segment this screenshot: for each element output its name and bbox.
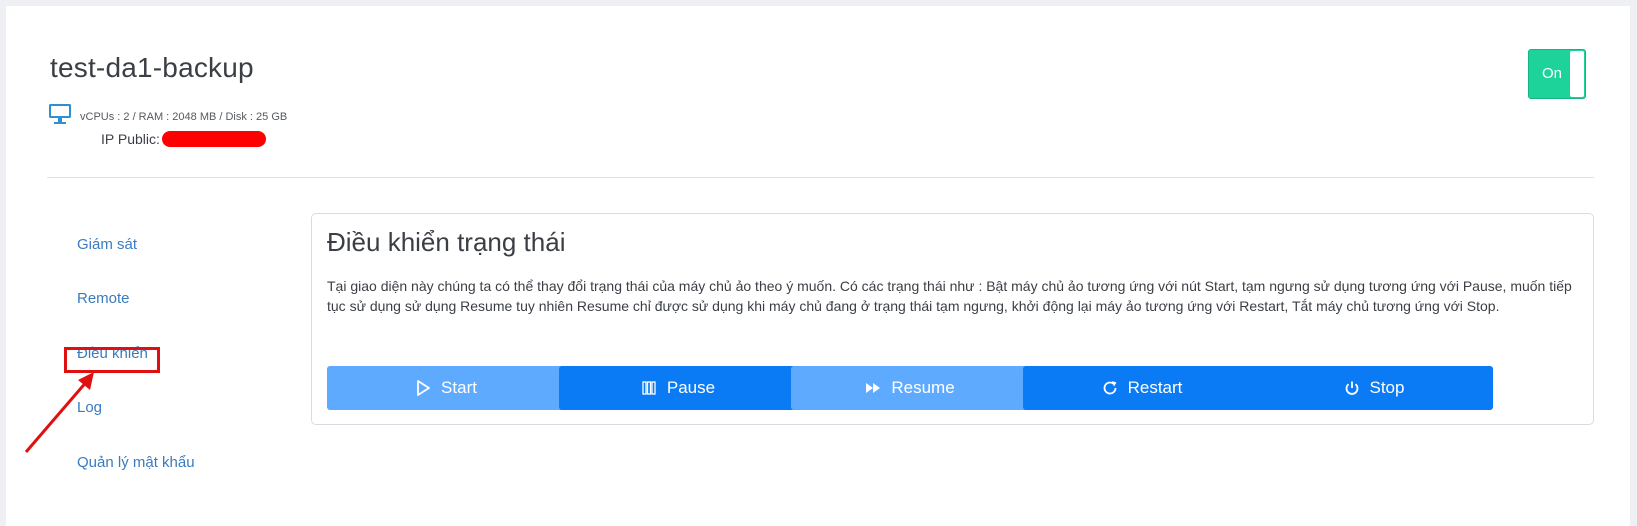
power-toggle-knob xyxy=(1570,51,1584,97)
resume-button-label: Resume xyxy=(891,378,955,397)
annotation-arrow xyxy=(24,372,94,453)
sidebar-item-remote[interactable]: Remote xyxy=(77,290,130,307)
header-divider xyxy=(47,177,1594,178)
monitor-icon xyxy=(49,104,71,124)
vm-specs: vCPUs : 2 / RAM : 2048 MB / Disk : 25 GB xyxy=(80,111,288,123)
fast-forward-icon xyxy=(866,383,881,393)
ip-public-label: IP Public: xyxy=(101,131,160,147)
ip-redaction-mark xyxy=(161,131,266,147)
power-toggle-label: On xyxy=(1542,65,1563,82)
panel-title: Điều khiển trạng thái xyxy=(327,227,566,257)
status-control-panel: Điều khiển trạng thái Tại giao diện này … xyxy=(311,213,1594,425)
power-toggle[interactable]: On xyxy=(1528,49,1586,99)
vm-name: test-da1-backup xyxy=(50,52,254,83)
panel-description: Tại giao diện này chúng ta có thể thay đ… xyxy=(327,278,1572,314)
power-icon xyxy=(1345,381,1358,395)
sidebar-item-password[interactable]: Quản lý mật khẩu xyxy=(77,454,195,471)
pause-button-label: Pause xyxy=(666,378,716,397)
start-button[interactable]: Start xyxy=(327,366,565,410)
restart-button-label: Restart xyxy=(1127,378,1183,397)
stop-button-label: Stop xyxy=(1369,378,1405,397)
play-icon xyxy=(417,380,430,396)
sidebar-item-monitoring[interactable]: Giám sát xyxy=(77,236,137,253)
resume-button[interactable]: Resume xyxy=(791,366,1029,410)
restart-icon xyxy=(1103,381,1117,395)
restart-button[interactable]: Restart xyxy=(1023,366,1261,410)
ip-public-row: IP Public: xyxy=(101,131,266,147)
stop-button[interactable]: Stop xyxy=(1255,366,1493,410)
start-button-label: Start xyxy=(441,378,477,397)
pause-icon xyxy=(642,381,656,395)
pause-button[interactable]: Pause xyxy=(559,366,797,410)
